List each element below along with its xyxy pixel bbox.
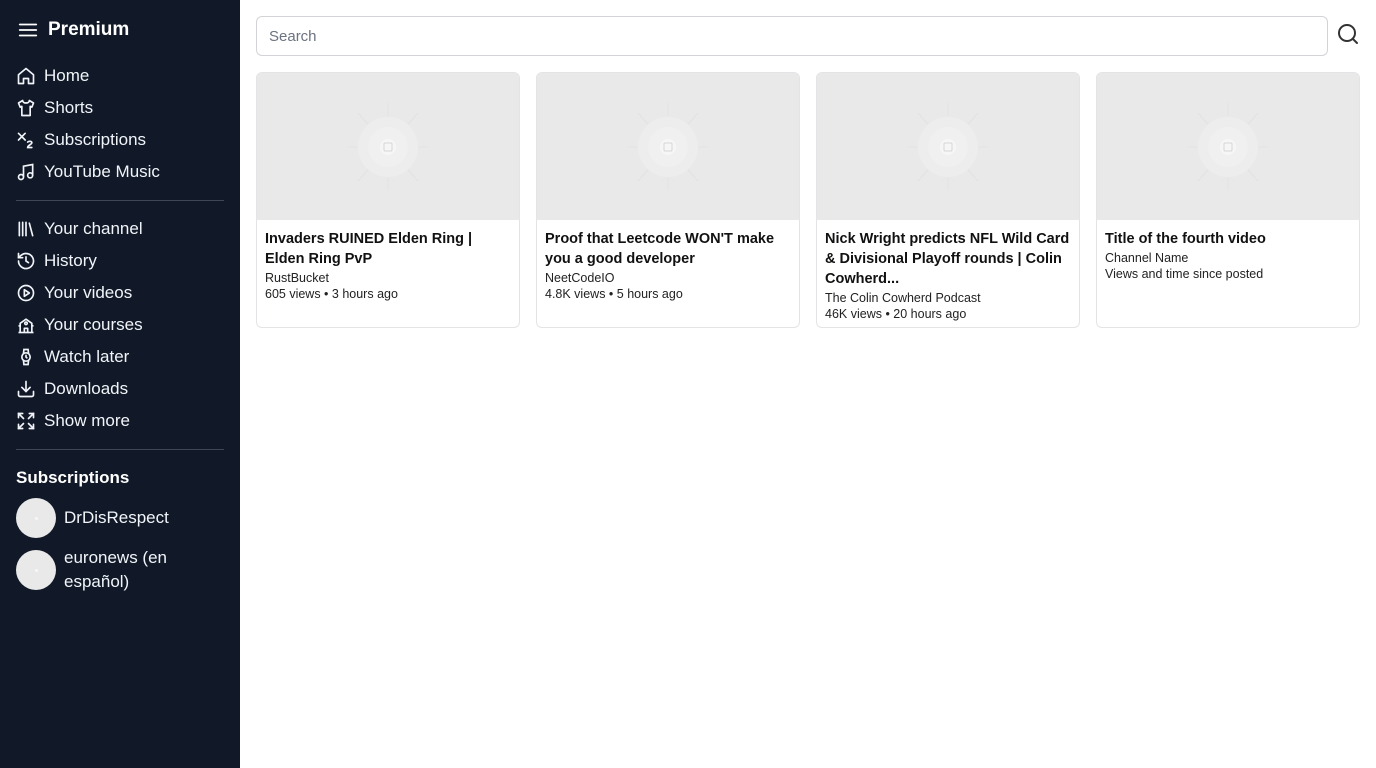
video-thumbnail: [537, 73, 799, 220]
music-icon: [16, 162, 36, 182]
video-title[interactable]: Invaders RUINED Elden Ring | Elden Ring …: [265, 229, 511, 269]
video-title[interactable]: Title of the fourth video: [1105, 229, 1351, 249]
brand: Premium: [16, 18, 129, 42]
video-card[interactable]: Invaders RUINED Elden Ring | Elden Ring …: [256, 72, 520, 328]
sidebar-item-shorts[interactable]: Shorts: [16, 96, 93, 120]
video-card[interactable]: Proof that Leetcode WON'T make you a goo…: [536, 72, 800, 328]
avatar: [16, 550, 56, 590]
brand-title: Premium: [48, 19, 130, 40]
sidebar-item-label: YouTube Music: [44, 162, 160, 181]
sidebar-item-your-channel[interactable]: Your channel: [16, 217, 143, 241]
subscription-item[interactable]: DrDisRespect: [16, 498, 214, 538]
search-icon: [1336, 22, 1360, 51]
channel-name[interactable]: RustBucket: [265, 270, 511, 286]
library-icon: [16, 219, 36, 239]
video-meta: 4.8K views • 5 hours ago: [545, 287, 683, 301]
search-button[interactable]: [1335, 23, 1361, 49]
watch-icon: [16, 347, 36, 367]
sidebar-item-label: Show more: [44, 411, 130, 430]
history-icon: [16, 251, 36, 271]
sidebar: Premium Home Shorts Subscriptions YouTub…: [0, 0, 240, 768]
channel-name[interactable]: NeetCodeIO: [545, 270, 791, 286]
subscription-item[interactable]: euronews (en español): [16, 546, 214, 594]
sidebar-item-watch-later[interactable]: Watch later: [16, 345, 129, 369]
sidebar-item-subscriptions[interactable]: Subscriptions: [16, 128, 146, 152]
video-meta: Views and time since posted: [1105, 267, 1264, 281]
subscription-name: DrDisRespect: [64, 508, 169, 527]
sidebar-item-label: Subscriptions: [44, 130, 147, 149]
video-thumbnail: [1097, 73, 1359, 220]
video-thumbnail: [257, 73, 519, 220]
home-icon: [16, 66, 36, 86]
sidebar-item-downloads[interactable]: Downloads: [16, 377, 128, 401]
subscriptions-heading: Subscriptions: [16, 468, 130, 487]
sidebar-item-label: Your channel: [44, 219, 143, 238]
video-card[interactable]: Title of the fourth video Channel Name V…: [1096, 72, 1360, 328]
play-circle-icon: [16, 283, 36, 303]
sidebar-item-label: Downloads: [44, 379, 129, 398]
sidebar-item-youtube-music[interactable]: YouTube Music: [16, 160, 160, 184]
sidebar-item-your-videos[interactable]: Your videos: [16, 281, 132, 305]
expand-icon: [16, 411, 36, 431]
sidebar-item-history[interactable]: History: [16, 249, 97, 273]
image-placeholder-icon: [348, 103, 428, 191]
avatar: [16, 498, 56, 538]
image-placeholder-icon: [1188, 103, 1268, 191]
sidebar-divider: [16, 449, 224, 450]
sidebar-item-home[interactable]: Home: [16, 64, 89, 88]
video-card[interactable]: Nick Wright predicts NFL Wild Card & Div…: [816, 72, 1080, 328]
video-meta: 46K views • 20 hours ago: [825, 307, 967, 321]
shirt-icon: [16, 98, 36, 118]
sidebar-item-show-more[interactable]: Show more: [16, 409, 130, 433]
video-thumbnail: [817, 73, 1079, 220]
sidebar-item-label: Watch later: [44, 347, 130, 366]
school-icon: [16, 315, 36, 335]
sidebar-divider: [16, 200, 224, 201]
sidebar-item-label: Shorts: [44, 98, 94, 117]
image-placeholder-icon: [628, 103, 708, 191]
channel-name[interactable]: The Colin Cowherd Podcast: [825, 290, 1071, 306]
sidebar-item-your-courses[interactable]: Your courses: [16, 313, 143, 337]
image-placeholder-icon: [908, 103, 988, 191]
video-title[interactable]: Proof that Leetcode WON'T make you a goo…: [545, 229, 791, 269]
subscription-name: euronews (en español): [64, 548, 168, 591]
sidebar-item-label: History: [44, 251, 97, 270]
hamburger-menu-icon[interactable]: [16, 18, 40, 42]
subscript-icon: [16, 130, 36, 150]
video-meta: 605 views • 3 hours ago: [265, 287, 398, 301]
download-icon: [16, 379, 36, 399]
channel-name[interactable]: Channel Name: [1105, 250, 1351, 266]
search-input[interactable]: [256, 16, 1328, 56]
video-title[interactable]: Nick Wright predicts NFL Wild Card & Div…: [825, 229, 1071, 289]
sidebar-item-label: Your videos: [44, 283, 133, 302]
sidebar-item-label: Home: [44, 66, 90, 85]
sidebar-item-label: Your courses: [44, 315, 143, 334]
